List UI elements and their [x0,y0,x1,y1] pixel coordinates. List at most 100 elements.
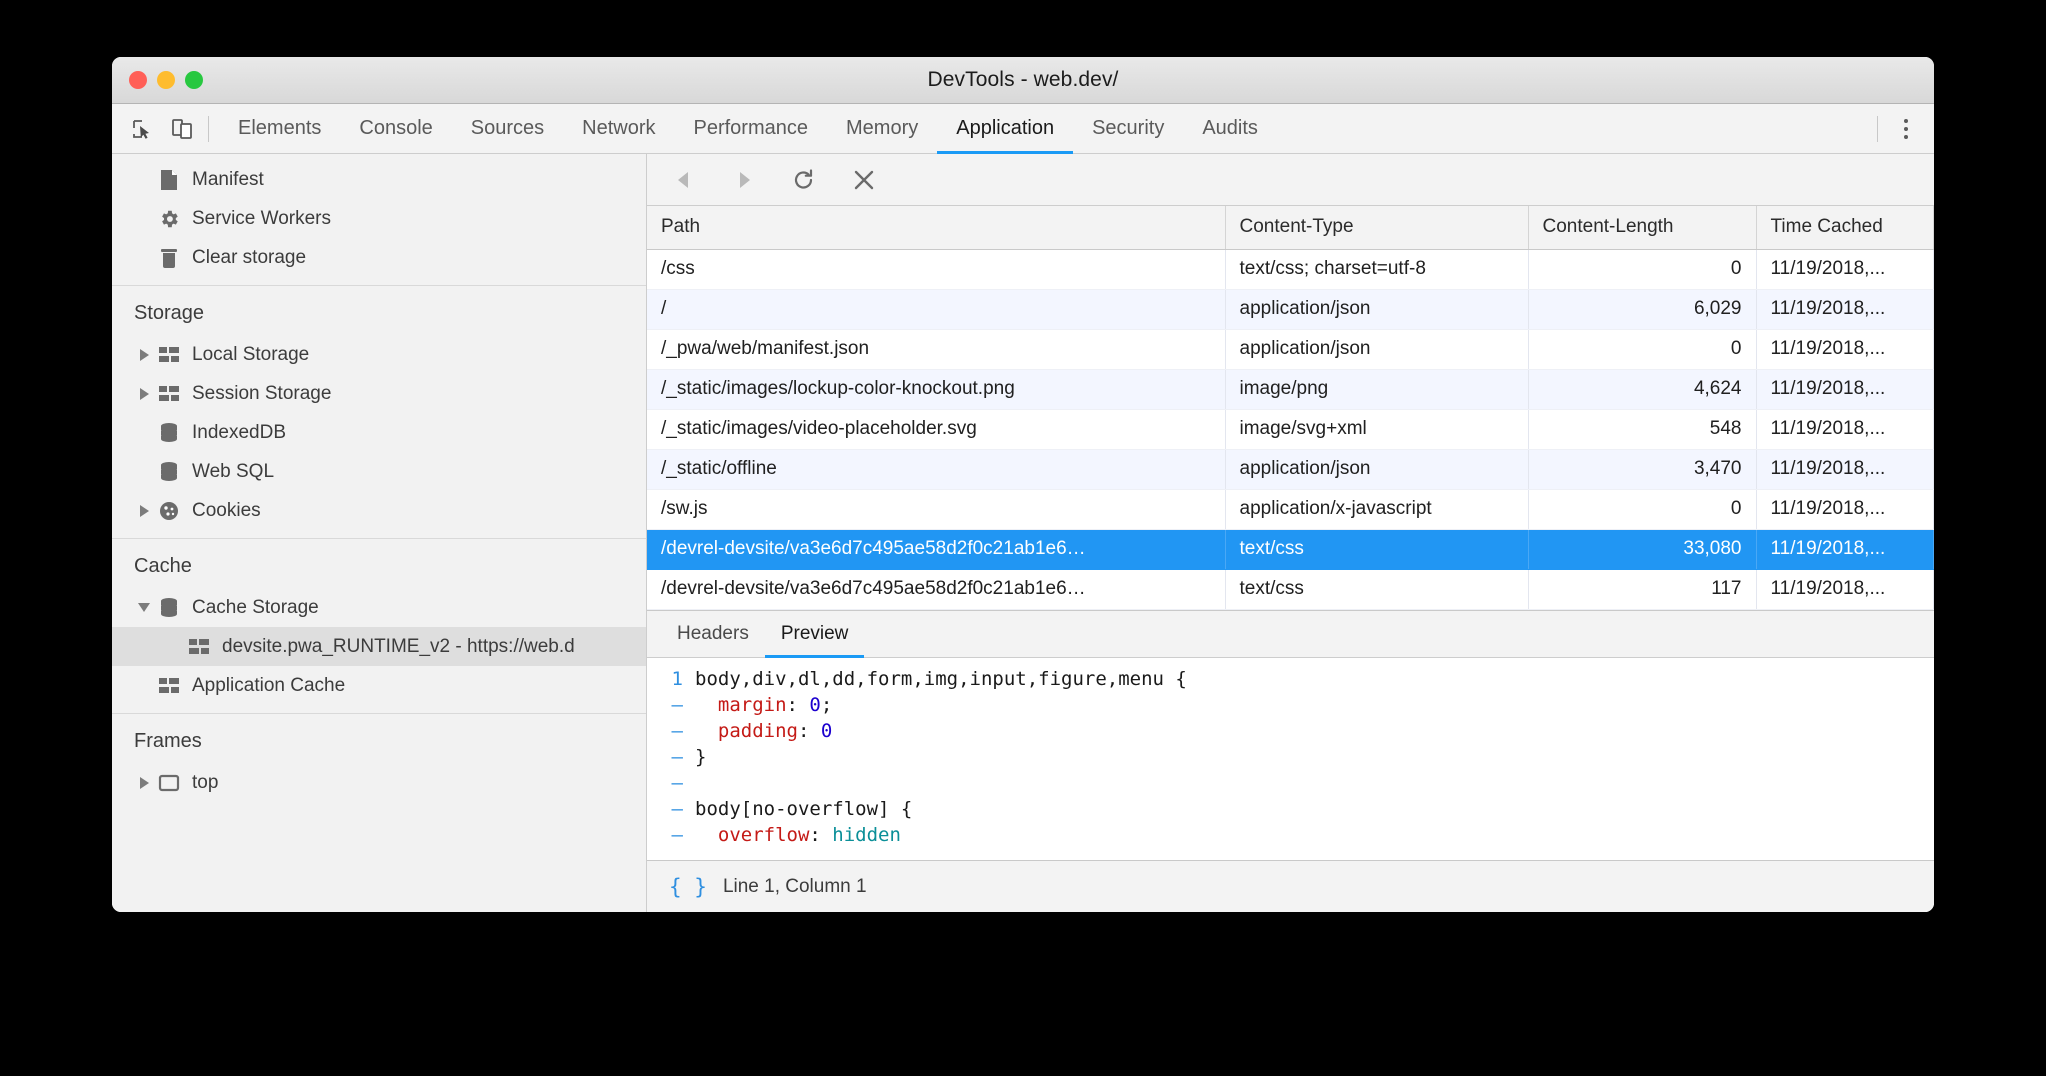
sidebar-item-label: Service Workers [192,208,331,230]
tab-sources[interactable]: Sources [452,104,563,153]
cell-path: /css [647,249,1225,289]
column-header-content-length[interactable]: Content-Length [1528,206,1756,249]
pretty-print-braces-icon[interactable]: { } [669,875,707,899]
line-number: 1 [647,666,695,692]
cell-path: /devrel-devsite/va3e6d7c495ae58d2f0c21ab… [647,529,1225,569]
forward-icon[interactable] [729,165,759,195]
cell-type: application/x-javascript [1225,489,1528,529]
close-icon[interactable] [849,165,879,195]
tab-audits[interactable]: Audits [1183,104,1277,153]
back-icon[interactable] [669,165,699,195]
tab-console[interactable]: Console [340,104,451,153]
cell-time: 11/19/2018,... [1756,449,1934,489]
sidebar-item-service-workers[interactable]: Service Workers [112,199,646,238]
sidebar-item-application-cache[interactable]: Application Cache [112,666,646,705]
column-header-content-type[interactable]: Content-Type [1225,206,1528,249]
minimize-window-button[interactable] [157,71,175,89]
code-preview[interactable]: 1 body,div,dl,dd,form,img,input,figure,m… [647,658,1934,861]
tabstrip-right [1877,104,1934,153]
tab-network[interactable]: Network [563,104,674,153]
code-line: – body[no-overflow] { [647,796,1934,822]
cell-type: image/png [1225,369,1528,409]
table-row[interactable]: /_static/images/lockup-color-knockout.pn… [647,369,1934,409]
tab-elements[interactable]: Elements [219,104,340,153]
tab-memory[interactable]: Memory [827,104,937,153]
sidebar-item-cookies[interactable]: Cookies [112,491,646,530]
line-number: – [647,796,695,822]
cache-entries-table: Path Content-Type Content-Length Time Ca… [647,206,1934,610]
code-text: } [695,744,706,770]
code-line: 1 body,div,dl,dd,form,img,input,figure,m… [647,666,1934,692]
disclosure-arrow-down-icon[interactable] [134,603,154,612]
code-line: – padding: 0 [647,718,1934,744]
cell-length: 4,624 [1528,369,1756,409]
line-number: – [647,692,695,718]
inspect-element-icon[interactable] [130,117,154,141]
sidebar-item-devsite-pwa-runtime-cache[interactable]: devsite.pwa_RUNTIME_v2 - https://web.d [112,627,646,666]
toolbar-divider [208,116,209,142]
sidebar-item-cache-storage[interactable]: Cache Storage [112,588,646,627]
sidebar-item-top-frame[interactable]: top [112,763,646,802]
close-window-button[interactable] [129,71,147,89]
tab-security[interactable]: Security [1073,104,1183,153]
sidebar-item-label: Session Storage [192,383,331,405]
sidebar-item-label: Local Storage [192,344,309,366]
cookie-icon [156,500,182,522]
cell-length: 3,470 [1528,449,1756,489]
device-toolbar-icon[interactable] [170,117,194,141]
column-header-path[interactable]: Path [647,206,1225,249]
database-icon [156,422,182,444]
disclosure-arrow-right-icon[interactable] [134,777,154,789]
table-row[interactable]: /_static/offline application/json 3,470 … [647,449,1934,489]
cell-path: / [647,289,1225,329]
line-number: – [647,770,695,796]
kebab-menu-icon[interactable] [1894,111,1918,147]
application-sidebar: Manifest Service Workers Clear storage S… [112,154,647,912]
refresh-icon[interactable] [789,165,819,195]
cell-length: 0 [1528,249,1756,289]
cell-length: 33,080 [1528,529,1756,569]
zoom-window-button[interactable] [185,71,203,89]
cell-time: 11/19/2018,... [1756,569,1934,609]
devtools-body: Manifest Service Workers Clear storage S… [112,154,1934,912]
cache-entries-table-wrapper: Path Content-Type Content-Length Time Ca… [647,206,1934,610]
code-line: – margin: 0; [647,692,1934,718]
disclosure-arrow-right-icon[interactable] [134,349,154,361]
column-header-time-cached[interactable]: Time Cached [1756,206,1934,249]
code-text: padding: 0 [695,718,832,744]
sidebar-item-label: Cookies [192,500,261,522]
table-icon [186,636,212,658]
tab-preview[interactable]: Preview [765,611,865,657]
database-icon [156,461,182,483]
cell-path: /sw.js [647,489,1225,529]
table-row[interactable]: /css text/css; charset=utf-8 0 11/19/201… [647,249,1934,289]
table-row[interactable]: /devrel-devsite/va3e6d7c495ae58d2f0c21ab… [647,569,1934,609]
tab-performance[interactable]: Performance [675,104,828,153]
tab-headers[interactable]: Headers [661,611,765,657]
frame-icon [156,772,182,794]
sidebar-item-label: Application Cache [192,675,345,697]
sidebar-item-manifest[interactable]: Manifest [112,160,646,199]
sidebar-item-clear-storage[interactable]: Clear storage [112,238,646,277]
cursor-position: Line 1, Column 1 [723,876,867,898]
database-icon [156,597,182,619]
tab-application[interactable]: Application [937,104,1073,153]
table-row[interactable]: /_static/images/video-placeholder.svg im… [647,409,1934,449]
table-icon [156,675,182,697]
cell-time: 11/19/2018,... [1756,529,1934,569]
table-row-selected[interactable]: /devrel-devsite/va3e6d7c495ae58d2f0c21ab… [647,529,1934,569]
sidebar-item-session-storage[interactable]: Session Storage [112,374,646,413]
trash-icon [156,247,182,269]
table-row[interactable]: /_pwa/web/manifest.json application/json… [647,329,1934,369]
sidebar-item-indexeddb[interactable]: IndexedDB [112,413,646,452]
disclosure-arrow-right-icon[interactable] [134,505,154,517]
cell-path: /_static/offline [647,449,1225,489]
disclosure-arrow-right-icon[interactable] [134,388,154,400]
table-row[interactable]: /sw.js application/x-javascript 0 11/19/… [647,489,1934,529]
tabstrip-divider [1877,116,1878,142]
line-number: – [647,744,695,770]
cell-type: application/json [1225,449,1528,489]
sidebar-item-local-storage[interactable]: Local Storage [112,335,646,374]
sidebar-item-web-sql[interactable]: Web SQL [112,452,646,491]
table-row[interactable]: / application/json 6,029 11/19/2018,... [647,289,1934,329]
